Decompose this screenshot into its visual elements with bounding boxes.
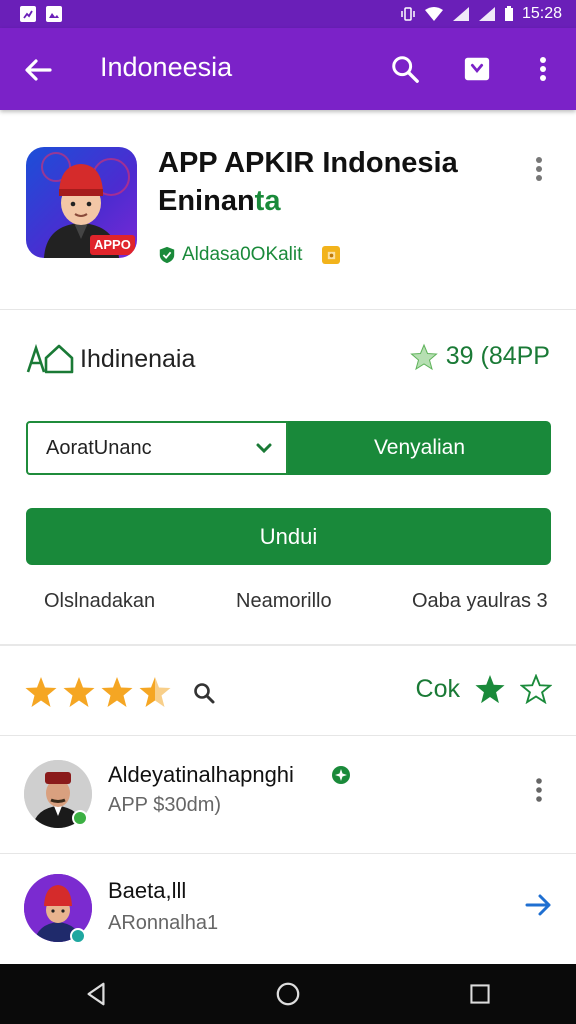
signal-icon	[452, 7, 469, 21]
status-notification-icons	[20, 6, 62, 22]
link-2[interactable]: Neamorillo	[236, 590, 332, 613]
status-badge-icon	[70, 928, 86, 944]
app-icon: APPO	[26, 147, 137, 258]
search-button[interactable]	[388, 52, 422, 86]
app-title-line2: Eninanta	[158, 182, 488, 220]
notification-app-icon	[20, 6, 36, 22]
home-a-icon	[26, 343, 74, 374]
review-subtitle: ARonnalha1	[108, 912, 219, 934]
links-row: Olslnadakan Neamorillo Oaba yaulras 3	[0, 590, 576, 620]
rate-search-button[interactable]	[192, 681, 216, 710]
review-author-name: Baeta,lll	[108, 878, 187, 903]
star-full-icon	[63, 677, 95, 707]
nav-home-button[interactable]	[268, 974, 308, 1014]
bookmark-button[interactable]	[460, 52, 494, 86]
app-title: APP APKIR Indonesia Eninanta	[158, 144, 488, 220]
dropdown-value: AoratUnanc	[46, 436, 152, 459]
review-subtitle: APP $30dm)	[108, 794, 222, 816]
search-icon	[194, 683, 215, 704]
nav-recents-button[interactable]	[460, 974, 500, 1014]
chevron-down-icon	[256, 443, 272, 454]
app-title-line2-main: Eninan	[158, 185, 255, 217]
developer-row[interactable]: Aldasa0OKalit	[158, 244, 341, 266]
variant-dropdown[interactable]: AoratUnanc	[26, 421, 288, 475]
wifi-icon	[424, 7, 443, 21]
star-filled-green-icon[interactable]	[474, 674, 506, 704]
list-item[interactable]: Baeta,lll ARonnalha1	[0, 854, 576, 964]
square-recents-icon	[470, 984, 490, 1004]
link-1[interactable]: Olslnadakan	[44, 590, 155, 613]
verified-badge-icon	[332, 766, 350, 784]
app-title-line1: APP APKIR Indonesia	[158, 147, 458, 179]
bookmark-icon	[464, 57, 490, 81]
award-badge-icon	[322, 246, 341, 264]
more-vert-icon	[536, 157, 542, 181]
app-meta-section: Ihdinenaia 39 (84PP AoratUnanc Venyalian…	[0, 310, 576, 646]
rating-section: Cok	[0, 646, 576, 736]
country-row: Ihdinenaia	[26, 342, 195, 376]
open-review-button[interactable]	[524, 892, 554, 923]
status-time: 15:28	[521, 5, 562, 22]
more-vert-icon	[536, 778, 542, 802]
battery-icon	[504, 6, 513, 21]
app-icon-label: APPO	[94, 237, 131, 252]
country-label: Ihdinenaia	[80, 344, 196, 373]
online-status-icon	[72, 810, 88, 826]
notification-image-icon	[46, 6, 62, 22]
more-vert-icon	[540, 57, 546, 81]
developer-name[interactable]: Aldasa0OKalit	[182, 244, 302, 266]
rate-label: Cok	[415, 674, 460, 703]
nav-back-button[interactable]	[76, 974, 116, 1014]
app-title-line2-accent: ta	[254, 185, 281, 217]
star-outline-icon[interactable]	[520, 674, 552, 704]
toolbar: Indoneesia	[0, 28, 576, 110]
rating-summary: 39 (84PP	[409, 342, 550, 371]
circle-home-icon	[276, 982, 300, 1006]
verified-shield-icon	[159, 246, 175, 264]
star-full-icon	[25, 677, 57, 707]
overflow-menu-button[interactable]	[526, 52, 560, 86]
review-author-name: Aldeyatinalhapnghi	[108, 762, 294, 787]
status-bar: 15:28	[0, 0, 576, 28]
status-system-icons: 15:28	[400, 5, 562, 23]
star-half-icon	[139, 677, 171, 707]
app-menu-button[interactable]	[534, 154, 554, 184]
list-item[interactable]: Aldeyatinalhapnghi APP $30dm)	[0, 736, 576, 854]
system-navigation-bar	[0, 964, 576, 1024]
rate-actions: Cok	[416, 674, 552, 704]
rating-count: 39 (84PP	[445, 342, 550, 370]
download-button[interactable]: Undui	[26, 508, 551, 565]
back-button[interactable]	[22, 54, 54, 86]
toolbar-title: Indoneesia	[100, 52, 233, 82]
secondary-action-button[interactable]: Venyalian	[288, 421, 551, 475]
vibrate-icon	[401, 7, 415, 21]
star-icon	[409, 343, 438, 370]
app-header: APPO APP APKIR Indonesia Eninanta Aldasa…	[0, 110, 576, 310]
link-3[interactable]: Oaba yaulras 3	[412, 590, 548, 613]
arrow-right-icon	[525, 894, 551, 916]
back-arrow-icon	[25, 59, 52, 81]
review-menu-button[interactable]	[534, 776, 544, 809]
star-full-icon	[101, 677, 133, 707]
search-icon	[392, 56, 419, 83]
triangle-back-icon	[87, 982, 105, 1006]
signal-icon-2	[478, 7, 495, 21]
star-rating[interactable]	[24, 676, 172, 708]
